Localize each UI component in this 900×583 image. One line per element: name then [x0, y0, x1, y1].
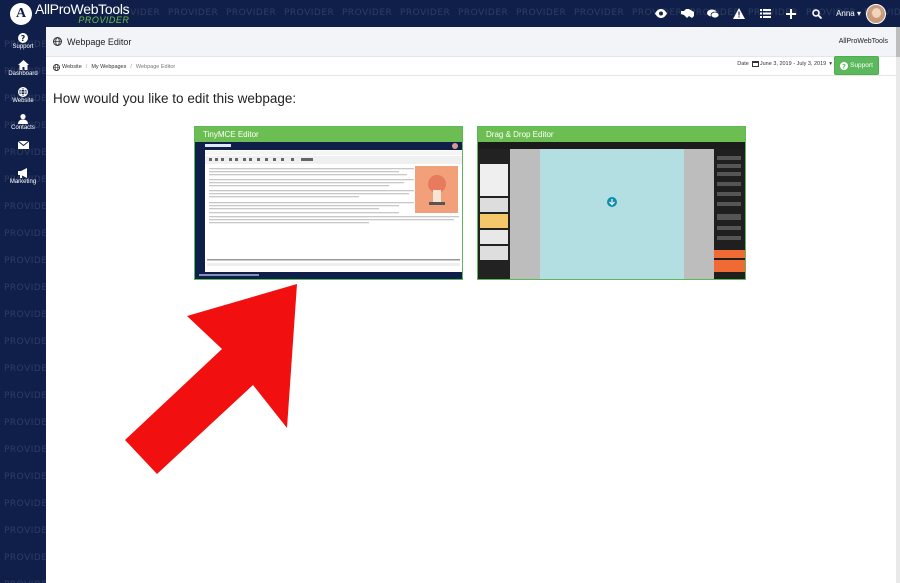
megaphone-icon	[17, 168, 27, 178]
avatar[interactable]	[866, 3, 886, 24]
sidebar-item-support[interactable]: ? Support	[0, 27, 46, 54]
sidebar-item-marketing[interactable]: Marketing	[0, 162, 46, 189]
svg-text:?: ?	[21, 34, 26, 43]
user-menu[interactable]: Anna ▾	[836, 9, 861, 18]
chat-icon[interactable]	[700, 9, 726, 19]
question-icon: ?	[18, 33, 28, 43]
sidebar-item-contacts[interactable]: Contacts	[0, 108, 46, 135]
plus-icon[interactable]	[778, 8, 804, 19]
handshake-icon[interactable]	[674, 9, 700, 18]
globe-icon	[18, 87, 28, 97]
brand-sub: PROVIDER	[78, 15, 130, 25]
sidebar: ? Support Dashboard Website Contacts Mar…	[0, 27, 46, 583]
sidebar-item-website[interactable]: Website	[0, 81, 46, 108]
logo-mark-icon: A	[10, 3, 32, 25]
alert-icon[interactable]	[726, 8, 752, 19]
sidebar-item-label: Marketing	[9, 179, 37, 185]
main-content: Webpage Editor AllProWebTools Website / …	[46, 27, 896, 583]
chevron-down-icon: ▾	[856, 9, 861, 18]
scrollbar-thumb[interactable]	[896, 27, 900, 57]
page-scrollbar[interactable]	[896, 27, 900, 583]
sidebar-item-label: Website	[12, 98, 34, 104]
list-icon[interactable]	[752, 9, 778, 18]
sidebar-item-label: Support	[12, 44, 34, 50]
sidebar-item-mail[interactable]	[0, 135, 46, 162]
top-bar: A AllProWebTools PROVIDER Anna ▾	[0, 0, 900, 27]
envelope-icon	[17, 141, 29, 149]
home-icon	[17, 60, 29, 70]
top-actions: Anna ▾	[648, 0, 900, 27]
sidebar-item-label: Dashboard	[8, 71, 38, 77]
eye-icon[interactable]	[648, 9, 674, 18]
sidebar-item-label: Contacts	[11, 125, 35, 131]
search-icon[interactable]	[804, 8, 830, 19]
pointer-arrow-icon	[125, 284, 297, 474]
user-name: Anna	[836, 9, 855, 18]
user-icon	[18, 114, 28, 124]
sidebar-item-dashboard[interactable]: Dashboard	[0, 54, 46, 81]
brand-logo[interactable]: A AllProWebTools PROVIDER	[10, 2, 130, 25]
